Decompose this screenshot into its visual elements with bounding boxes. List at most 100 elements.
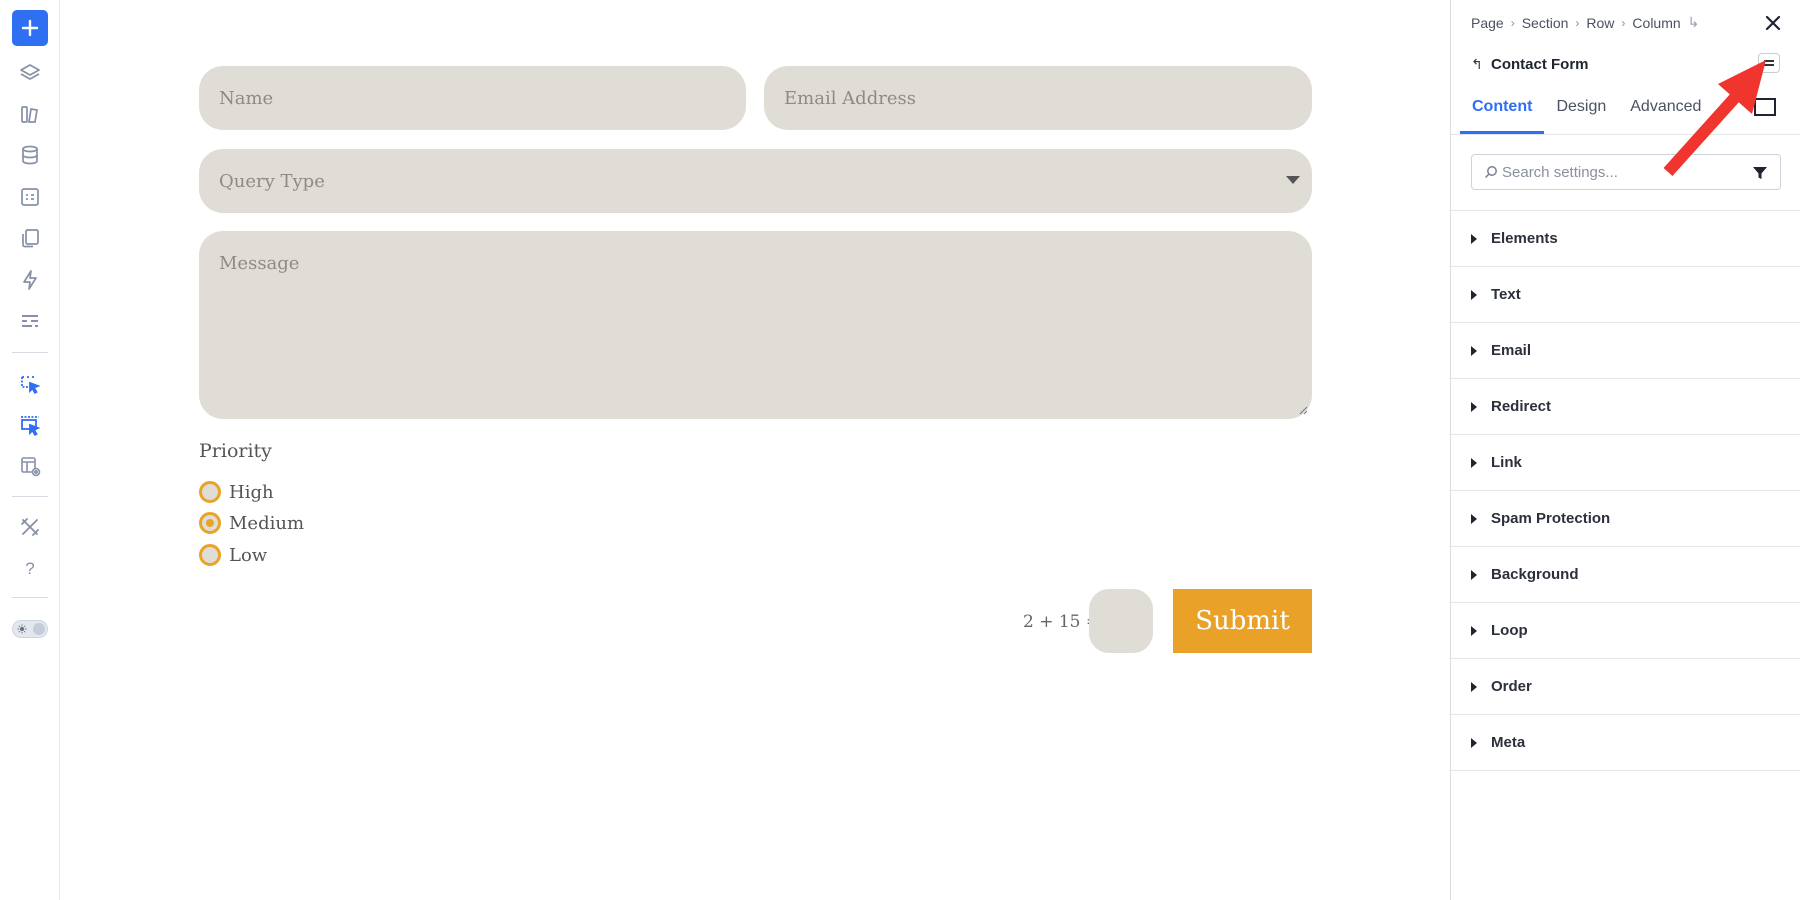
breadcrumb-row[interactable]: Row (1586, 15, 1614, 31)
left-toolbar: ? (0, 0, 60, 900)
priority-option-medium[interactable]: Medium (199, 512, 304, 534)
radio-medium[interactable] (199, 512, 221, 534)
group-loop[interactable]: Loop (1451, 603, 1800, 659)
toggle-knob (33, 623, 45, 635)
theme-toggle[interactable] (12, 620, 48, 638)
select-button[interactable] (14, 368, 46, 400)
back-arrow-icon[interactable]: ↰ (1471, 56, 1483, 73)
view-mode-icon[interactable] (1754, 98, 1776, 116)
layers-button[interactable] (14, 57, 46, 89)
tab-content[interactable]: Content (1460, 90, 1545, 134)
caret-right-icon (1471, 401, 1477, 412)
select-icon (21, 376, 41, 395)
caret-right-icon (1471, 233, 1477, 244)
tabs-divider (1451, 134, 1800, 135)
actions-button[interactable] (14, 264, 46, 296)
dropdown-caret-icon (1286, 176, 1300, 184)
message-field[interactable]: Message (199, 231, 1312, 419)
resize-handle-icon[interactable] (1298, 405, 1308, 415)
group-redirect[interactable]: Redirect (1451, 379, 1800, 435)
panel-tabs: Content Design Advanced (1460, 90, 1713, 134)
preview-button[interactable] (14, 450, 46, 482)
toolbar-divider (12, 496, 48, 497)
tab-design[interactable]: Design (1544, 90, 1618, 134)
group-link[interactable]: Link (1451, 435, 1800, 491)
email-field[interactable]: Email Address (764, 66, 1312, 130)
layers-icon (20, 64, 40, 80)
caret-right-icon (1471, 625, 1477, 636)
panel-title: Contact Form (1491, 56, 1589, 73)
library-button[interactable] (14, 98, 46, 130)
sliders-button[interactable] (14, 305, 46, 337)
database-icon (22, 145, 38, 165)
settings-panel: Page › Section › Row › Column ↳ ↰ Contac… (1450, 0, 1800, 900)
group-background[interactable]: Background (1451, 547, 1800, 603)
radio-low[interactable] (199, 544, 221, 566)
settings-search[interactable] (1471, 154, 1781, 190)
captcha-input[interactable] (1089, 589, 1153, 653)
tools-button[interactable] (14, 511, 46, 543)
group-label: Background (1491, 566, 1579, 583)
breadcrumb: Page › Section › Row › Column ↳ (1471, 14, 1699, 31)
breadcrumb-section[interactable]: Section (1522, 15, 1569, 31)
chevron-right-icon: › (1621, 15, 1626, 30)
group-label: Meta (1491, 734, 1526, 751)
form-icon (21, 188, 39, 206)
multi-select-button[interactable] (14, 409, 46, 441)
caret-right-icon (1471, 681, 1477, 692)
preset-icon-line (1764, 64, 1774, 66)
sliders-icon (22, 315, 38, 327)
search-input[interactable] (1502, 156, 1742, 188)
group-label: Spam Protection (1491, 510, 1611, 527)
query-type-select[interactable]: Query Type (199, 149, 1312, 213)
priority-option-low[interactable]: Low (199, 544, 267, 566)
preview-icon (21, 457, 41, 477)
group-order[interactable]: Order (1451, 659, 1800, 715)
priority-option-high[interactable]: High (199, 481, 274, 503)
group-meta[interactable]: Meta (1451, 715, 1800, 771)
child-arrow-icon[interactable]: ↳ (1688, 14, 1700, 31)
radio-high[interactable] (199, 481, 221, 503)
priority-label: Priority (199, 440, 272, 462)
group-label: Redirect (1491, 398, 1552, 415)
breadcrumb-column[interactable]: Column (1632, 15, 1680, 31)
radio-label-low: Low (229, 544, 268, 566)
help-button[interactable]: ? (14, 553, 46, 585)
toolbar-divider (12, 597, 48, 598)
name-field[interactable]: Name (199, 66, 746, 130)
group-label: Order (1491, 678, 1532, 695)
close-icon[interactable] (1762, 12, 1784, 34)
search-icon (1484, 166, 1497, 179)
toolbar-divider (12, 352, 48, 353)
canvas: Name Email Address Query Type Message Pr… (61, 0, 1450, 900)
group-label: Email (1491, 342, 1532, 359)
group-email[interactable]: Email (1451, 323, 1800, 379)
submit-button[interactable]: Submit (1173, 589, 1312, 653)
caret-right-icon (1471, 513, 1477, 524)
sun-icon (17, 624, 27, 634)
form-button[interactable] (14, 181, 46, 213)
group-label: Elements (1491, 230, 1558, 247)
caret-right-icon (1471, 569, 1477, 580)
group-label: Text (1491, 286, 1521, 303)
presets-button[interactable] (1758, 53, 1780, 73)
pages-button[interactable] (14, 222, 46, 254)
database-button[interactable] (14, 139, 46, 171)
pages-icon (22, 229, 39, 248)
chevron-right-icon: › (1575, 15, 1580, 30)
group-text[interactable]: Text (1451, 267, 1800, 323)
breadcrumb-page[interactable]: Page (1471, 15, 1504, 31)
group-elements[interactable]: Elements (1451, 211, 1800, 267)
filter-icon[interactable] (1752, 165, 1768, 181)
caret-right-icon (1471, 737, 1477, 748)
multi-select-icon (21, 416, 41, 436)
name-placeholder: Name (219, 87, 274, 109)
tab-advanced[interactable]: Advanced (1618, 90, 1713, 134)
add-icon (21, 19, 39, 37)
group-spam-protection[interactable]: Spam Protection (1451, 491, 1800, 547)
group-label: Loop (1491, 622, 1528, 639)
chevron-right-icon: › (1510, 15, 1515, 30)
add-element-button[interactable] (12, 10, 48, 46)
tools-icon (21, 518, 39, 536)
query-type-placeholder: Query Type (219, 170, 325, 192)
